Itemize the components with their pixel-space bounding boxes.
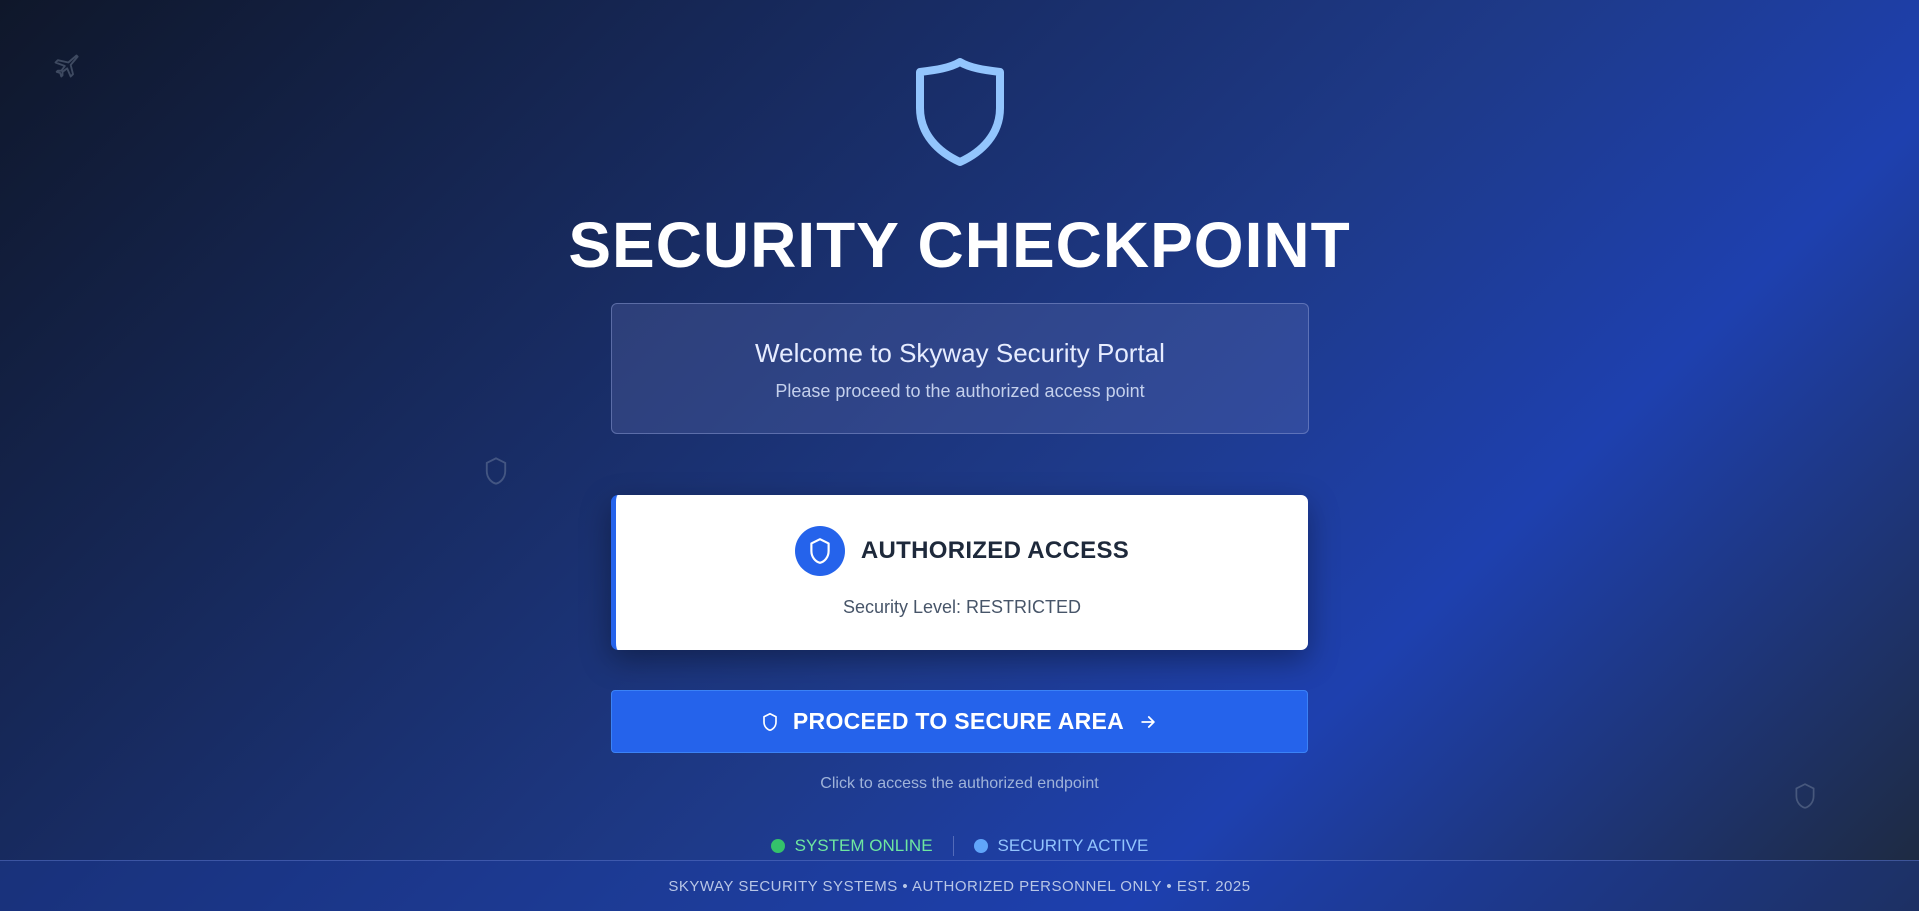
access-title: AUTHORIZED ACCESS xyxy=(860,537,1130,564)
status-dot-online xyxy=(770,839,785,853)
proceed-button[interactable]: PROCEED TO SECURE AREA xyxy=(611,690,1308,753)
status-online-label: SYSTEM ONLINE xyxy=(794,836,933,855)
footer-text: SKYWAY SECURITY SYSTEMS • AUTHORIZED PER… xyxy=(668,877,1251,895)
welcome-panel: Welcome to Skyway Security Portal Please… xyxy=(611,303,1309,434)
status-active: SECURITY ACTIVE xyxy=(973,836,1149,856)
status-row: SYSTEM ONLINE SECURITY ACTIVE xyxy=(0,836,1919,856)
status-divider xyxy=(952,836,954,856)
access-card-header: AUTHORIZED ACCESS xyxy=(616,526,1308,576)
proceed-hint: Click to access the authorized endpoint xyxy=(820,775,1099,792)
shield-icon xyxy=(485,457,507,485)
status-dot-active xyxy=(973,839,988,853)
proceed-button-label: PROCEED TO SECURE AREA xyxy=(792,708,1125,734)
shield-icon xyxy=(916,58,1004,166)
status-online: SYSTEM ONLINE xyxy=(770,836,933,856)
footer: SKYWAY SECURITY SYSTEMS • AUTHORIZED PER… xyxy=(0,860,1919,911)
access-card: AUTHORIZED ACCESS Security Level: RESTRI… xyxy=(611,495,1308,650)
shield-icon xyxy=(810,538,830,564)
arrow-right-icon xyxy=(1141,715,1155,728)
status-active-label: SECURITY ACTIVE xyxy=(997,836,1149,855)
welcome-title: Welcome to Skyway Security Portal xyxy=(755,338,1165,368)
welcome-subtitle: Please proceed to the authorized access … xyxy=(775,381,1145,401)
page-title: SECURITY CHECKPOINT xyxy=(568,209,1351,281)
shield-icon xyxy=(763,712,777,731)
airplane-icon xyxy=(54,54,79,78)
access-badge xyxy=(794,526,845,576)
security-level: Security Level: RESTRICTED xyxy=(842,597,1082,617)
